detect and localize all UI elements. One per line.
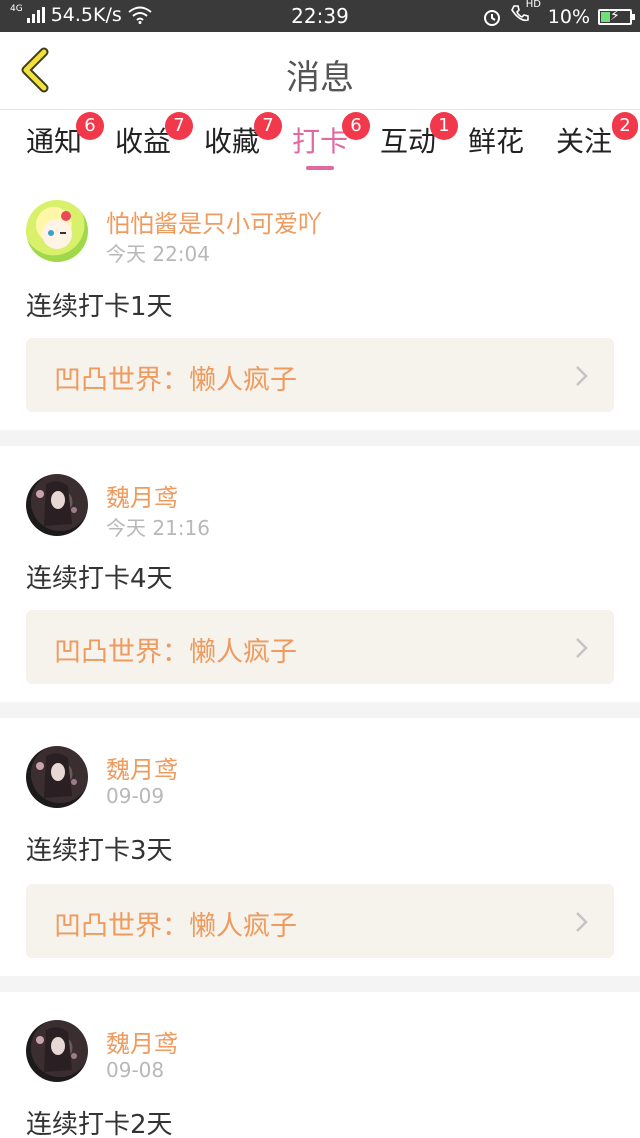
section-divider — [0, 976, 640, 992]
avatar[interactable] — [26, 474, 88, 536]
avatar[interactable] — [26, 1020, 88, 1082]
work-link[interactable]: 凹凸世界：懒人疯子 — [26, 884, 614, 958]
tab-bar: 通知 6 收益 7 收藏 7 打卡 6 互动 1 鲜花 关注 2 — [0, 110, 640, 174]
avatar[interactable] — [26, 746, 88, 808]
username[interactable]: 魏月鸢 — [106, 750, 178, 785]
page-title: 消息 — [286, 58, 354, 98]
tab-earnings[interactable]: 收益 7 — [115, 112, 194, 160]
message-card: 魏月鸢 09-09 连续打卡3天 凹凸世界：懒人疯子 — [0, 718, 640, 974]
tab-label: 关注 — [556, 125, 613, 158]
tab-label: 打卡 — [292, 125, 349, 158]
tab-flowers[interactable]: 鲜花 — [468, 120, 524, 160]
unread-badge: 6 — [76, 112, 105, 140]
work-link-label: 凹凸世界：懒人疯子 — [54, 365, 297, 396]
tab-label: 鲜花 — [468, 125, 525, 158]
tab-follow[interactable]: 关注 2 — [556, 112, 639, 160]
unread-badge: 2 — [612, 112, 639, 140]
chevron-right-icon — [576, 912, 588, 932]
tab-interaction[interactable]: 互动 1 — [380, 112, 459, 160]
tab-label: 收藏 — [204, 125, 261, 158]
work-link[interactable]: 凹凸世界：懒人疯子 — [26, 338, 614, 412]
unread-badge: 6 — [342, 112, 371, 140]
tab-label: 收益 — [115, 125, 172, 158]
message-text: 连续打卡2天 — [26, 1110, 173, 1138]
unread-badge: 1 — [430, 112, 459, 140]
battery-icon: ⚡ — [598, 8, 635, 25]
timestamp: 09-09 — [106, 784, 165, 808]
navbar: 消息 — [0, 32, 640, 110]
tab-notice[interactable]: 通知 6 — [26, 112, 105, 160]
active-tab-indicator — [306, 166, 335, 170]
timestamp: 今天 22:04 — [106, 242, 210, 266]
avatar[interactable] — [26, 200, 88, 262]
hd-label: HD — [525, 0, 541, 10]
timestamp: 今天 21:16 — [106, 516, 210, 540]
tab-favorites[interactable]: 收藏 7 — [204, 112, 283, 160]
message-text: 连续打卡3天 — [26, 836, 173, 866]
work-link-label: 凹凸世界：懒人疯子 — [54, 637, 297, 668]
chevron-right-icon — [576, 638, 588, 658]
status-bar: 4G 54.5K/s 22:39 HD 10% ⚡ — [0, 0, 640, 32]
tab-label: 通知 — [26, 125, 83, 158]
work-link[interactable]: 凹凸世界：懒人疯子 — [26, 610, 614, 684]
message-card: 怕怕酱是只小可爱吖 今天 22:04 连续打卡1天 凹凸世界：懒人疯子 — [0, 174, 640, 430]
unread-badge: 7 — [254, 112, 283, 140]
battery-percent: 10% — [547, 5, 590, 28]
username[interactable]: 魏月鸢 — [106, 1024, 178, 1059]
username[interactable]: 魏月鸢 — [106, 478, 178, 513]
section-divider — [0, 702, 640, 718]
chevron-right-icon — [576, 366, 588, 386]
work-link-label: 凹凸世界：懒人疯子 — [54, 911, 297, 942]
tab-label: 互动 — [380, 125, 437, 158]
message-card: 魏月鸢 09-08 连续打卡2天 — [0, 992, 640, 1138]
tab-checkin[interactable]: 打卡 6 — [292, 112, 371, 170]
section-divider — [0, 430, 640, 446]
username[interactable]: 怕怕酱是只小可爱吖 — [106, 204, 322, 239]
call-hd-icon: HD — [510, 0, 541, 29]
message-text: 连续打卡1天 — [26, 292, 173, 322]
alarm-icon — [483, 9, 500, 26]
unread-badge: 7 — [165, 112, 194, 140]
timestamp: 09-08 — [106, 1058, 165, 1082]
message-card: 魏月鸢 今天 21:16 连续打卡4天 凹凸世界：懒人疯子 — [0, 446, 640, 702]
message-text: 连续打卡4天 — [26, 564, 173, 594]
